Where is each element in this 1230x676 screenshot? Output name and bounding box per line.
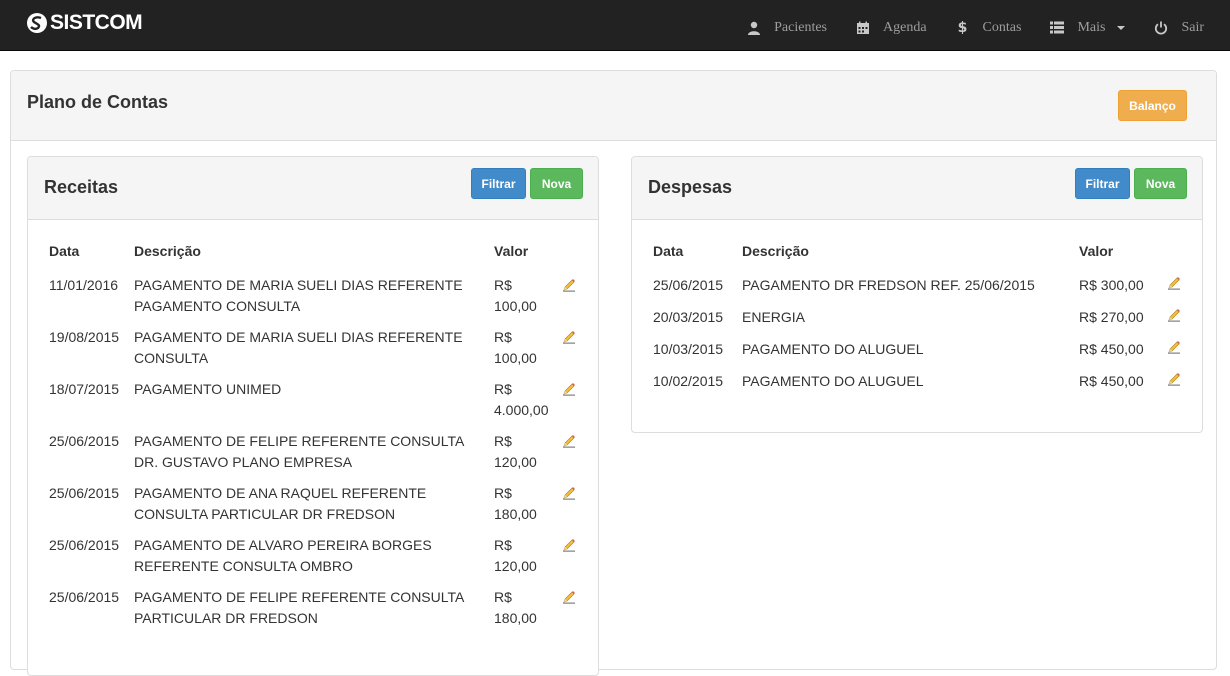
row-descricao-cont: PARTICULAR DR FREDSON xyxy=(134,610,318,626)
row-valor: R$ xyxy=(494,433,512,449)
nav-contas[interactable]: $ Contas xyxy=(955,16,1022,36)
row-descricao: PAGAMENTO DO ALUGUEL xyxy=(742,341,924,357)
despesas-header: Despesas Filtrar Nova xyxy=(632,157,1202,220)
row-valor: R$ xyxy=(494,277,512,293)
nav-agenda[interactable]: Agenda xyxy=(855,16,927,36)
row-data: 10/03/2015 xyxy=(653,341,724,357)
brand-text: SISTCOM xyxy=(50,11,143,34)
row-valor: R$ 450,00 xyxy=(1079,373,1144,389)
receitas-title: Receitas xyxy=(44,177,119,197)
row-descricao: PAGAMENTO DE MARIA SUELI DIAS REFERENTE xyxy=(134,277,463,293)
nav-sair-label: Sair xyxy=(1181,19,1204,35)
edit-pencil-icon[interactable] xyxy=(562,486,576,500)
receitas-nova-button[interactable]: Nova xyxy=(530,168,583,199)
balanco-button[interactable]: Balanço xyxy=(1118,90,1187,121)
row-data: 25/06/2015 xyxy=(49,485,120,501)
nav-mais-label: Mais xyxy=(1077,19,1106,35)
page-title: Plano de Contas xyxy=(27,92,169,112)
nav-menu: Pacientes Agenda $ Contas Mais Sair xyxy=(718,0,1204,51)
row-descricao-cont: CONSULTA PARTICULAR DR FREDSON xyxy=(134,506,396,522)
edit-pencil-icon[interactable] xyxy=(1167,276,1181,290)
row-data: 18/07/2015 xyxy=(49,381,120,397)
row-valor: R$ 450,00 xyxy=(1079,341,1144,357)
dollar-icon: $ xyxy=(957,19,968,36)
row-descricao: PAGAMENTO DR FREDSON REF. 25/06/2015 xyxy=(742,277,1035,293)
edit-pencil-icon[interactable] xyxy=(1167,308,1181,322)
row-data: 19/08/2015 xyxy=(49,329,120,345)
nav-agenda-label: Agenda xyxy=(883,19,927,35)
despesas-panel: Despesas Filtrar Nova Data Descrição Val… xyxy=(631,156,1203,433)
despesas-col-valor: Valor xyxy=(1079,243,1114,259)
row-data: 25/06/2015 xyxy=(653,277,724,293)
row-valor-cont: 100,00 xyxy=(494,298,537,314)
edit-pencil-icon[interactable] xyxy=(1167,372,1181,386)
row-valor: R$ 300,00 xyxy=(1079,277,1144,293)
edit-pencil-icon[interactable] xyxy=(562,382,576,396)
row-descricao: ENERGIA xyxy=(742,309,806,325)
row-valor-cont: 180,00 xyxy=(494,506,537,522)
receitas-header: Receitas Filtrar Nova xyxy=(28,157,598,220)
despesas-filtrar-button[interactable]: Filtrar xyxy=(1075,168,1130,199)
despesas-col-data: Data xyxy=(653,243,684,259)
row-descricao-cont: REFERENTE CONSULTA OMBRO xyxy=(134,558,353,574)
row-descricao-cont: CONSULTA xyxy=(134,350,209,366)
row-valor: R$ xyxy=(494,381,512,397)
row-descricao: PAGAMENTO DE ALVARO PEREIRA BORGES xyxy=(134,537,432,553)
row-data: 11/01/2016 xyxy=(49,277,119,293)
row-descricao-cont: PAGAMENTO CONSULTA xyxy=(134,298,301,314)
navbar: SISTCOM Pacientes Agenda $ Contas Mais S… xyxy=(0,0,1230,51)
edit-pencil-icon[interactable] xyxy=(562,434,576,448)
receitas-col-descricao: Descrição xyxy=(134,243,201,259)
despesas-nova-button[interactable]: Nova xyxy=(1134,168,1187,199)
brand-logo[interactable]: SISTCOM xyxy=(26,9,143,37)
row-valor: R$ xyxy=(494,329,512,345)
logo-mark-icon xyxy=(27,13,47,33)
receitas-filtrar-button[interactable]: Filtrar xyxy=(471,168,526,199)
receitas-col-valor: Valor xyxy=(494,243,529,259)
edit-pencil-icon[interactable] xyxy=(562,538,576,552)
row-descricao: PAGAMENTO DE FELIPE REFERENTE CONSULTA xyxy=(134,589,465,605)
row-valor-cont: 100,00 xyxy=(494,350,537,366)
row-descricao: PAGAMENTO DE MARIA SUELI DIAS REFERENTE xyxy=(134,329,463,345)
nav-pacientes-label: Pacientes xyxy=(774,19,827,35)
row-data: 25/06/2015 xyxy=(49,589,120,605)
row-descricao: PAGAMENTO DE ANA RAQUEL REFERENTE xyxy=(134,485,427,501)
row-data: 25/06/2015 xyxy=(49,433,120,449)
receitas-panel: Receitas Filtrar Nova Data Descrição Val… xyxy=(27,156,599,676)
nav-mais-dropdown[interactable]: Mais xyxy=(1049,16,1126,36)
receitas-col-data: Data xyxy=(49,243,80,259)
calendar-icon xyxy=(855,20,871,36)
nav-contas-label: Contas xyxy=(982,19,1022,35)
power-icon xyxy=(1153,20,1169,36)
edit-pencil-icon[interactable] xyxy=(1167,340,1181,354)
row-valor-cont: 4.000,00 xyxy=(494,402,549,418)
edit-pencil-icon[interactable] xyxy=(562,330,576,344)
despesas-col-descricao: Descrição xyxy=(742,243,809,259)
row-descricao: PAGAMENTO UNIMED xyxy=(134,381,282,397)
row-valor: R$ xyxy=(494,589,512,605)
row-data: 10/02/2015 xyxy=(653,373,724,389)
row-valor: R$ 270,00 xyxy=(1079,309,1144,325)
row-descricao-cont: DR. GUSTAVO PLANO EMPRESA xyxy=(134,454,353,470)
row-valor-cont: 180,00 xyxy=(494,610,537,626)
row-valor-cont: 120,00 xyxy=(494,454,537,470)
row-data: 20/03/2015 xyxy=(653,309,724,325)
row-data: 25/06/2015 xyxy=(49,537,120,553)
despesas-title: Despesas xyxy=(648,177,733,197)
caret-down-icon xyxy=(1117,25,1126,30)
row-valor: R$ xyxy=(494,537,512,553)
plano-de-contas-panel: Plano de Contas Balanço Receitas Filtrar… xyxy=(10,70,1217,676)
row-descricao: PAGAMENTO DE FELIPE REFERENTE CONSULTA xyxy=(134,433,465,449)
nav-pacientes[interactable]: Pacientes xyxy=(746,16,827,36)
edit-pencil-icon[interactable] xyxy=(562,278,576,292)
row-valor: R$ xyxy=(494,485,512,501)
row-valor-cont: 120,00 xyxy=(494,558,537,574)
row-descricao: PAGAMENTO DO ALUGUEL xyxy=(742,373,924,389)
nav-sair[interactable]: Sair xyxy=(1153,16,1204,36)
list-icon xyxy=(1049,20,1065,36)
edit-pencil-icon[interactable] xyxy=(562,590,576,604)
plano-de-contas-header: Plano de Contas Balanço xyxy=(11,71,1216,141)
user-icon xyxy=(746,20,762,36)
